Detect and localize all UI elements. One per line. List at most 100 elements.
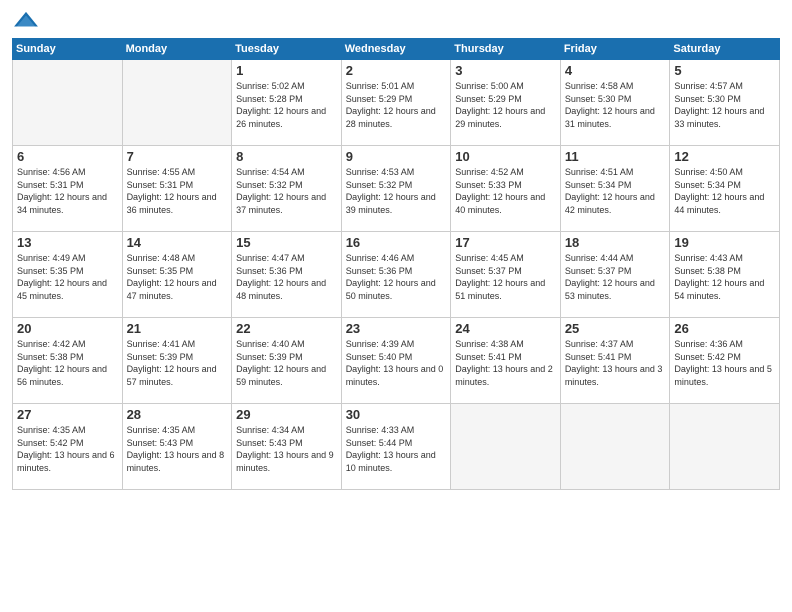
day-number: 3 <box>455 63 556 78</box>
sunset-text: Sunset: 5:38 PM <box>17 352 84 362</box>
sunrise-text: Sunrise: 5:02 AM <box>236 81 305 91</box>
day-info: Sunrise: 5:02 AM Sunset: 5:28 PM Dayligh… <box>236 80 337 130</box>
sunrise-text: Sunrise: 4:41 AM <box>127 339 196 349</box>
sunrise-text: Sunrise: 4:37 AM <box>565 339 634 349</box>
sunrise-text: Sunrise: 4:49 AM <box>17 253 86 263</box>
calendar-cell: 1 Sunrise: 5:02 AM Sunset: 5:28 PM Dayli… <box>232 60 342 146</box>
calendar-cell: 19 Sunrise: 4:43 AM Sunset: 5:38 PM Dayl… <box>670 232 780 318</box>
calendar-cell: 14 Sunrise: 4:48 AM Sunset: 5:35 PM Dayl… <box>122 232 232 318</box>
day-info: Sunrise: 4:51 AM Sunset: 5:34 PM Dayligh… <box>565 166 666 216</box>
calendar-cell: 5 Sunrise: 4:57 AM Sunset: 5:30 PM Dayli… <box>670 60 780 146</box>
day-number: 16 <box>346 235 447 250</box>
day-number: 19 <box>674 235 775 250</box>
day-number: 4 <box>565 63 666 78</box>
daylight-text: Daylight: 12 hours and 47 minutes. <box>127 278 217 301</box>
sunset-text: Sunset: 5:42 PM <box>674 352 741 362</box>
calendar-cell: 2 Sunrise: 5:01 AM Sunset: 5:29 PM Dayli… <box>341 60 451 146</box>
sunset-text: Sunset: 5:37 PM <box>455 266 522 276</box>
daylight-text: Daylight: 13 hours and 2 minutes. <box>455 364 553 387</box>
calendar-cell <box>451 404 561 490</box>
sunset-text: Sunset: 5:32 PM <box>346 180 413 190</box>
daylight-text: Daylight: 13 hours and 9 minutes. <box>236 450 334 473</box>
daylight-text: Daylight: 12 hours and 57 minutes. <box>127 364 217 387</box>
weekday-header: Saturday <box>670 39 780 60</box>
calendar-cell: 10 Sunrise: 4:52 AM Sunset: 5:33 PM Dayl… <box>451 146 561 232</box>
weekday-header: Tuesday <box>232 39 342 60</box>
sunset-text: Sunset: 5:32 PM <box>236 180 303 190</box>
page-container: SundayMondayTuesdayWednesdayThursdayFrid… <box>0 0 792 612</box>
sunrise-text: Sunrise: 4:39 AM <box>346 339 415 349</box>
calendar-cell: 27 Sunrise: 4:35 AM Sunset: 5:42 PM Dayl… <box>13 404 123 490</box>
daylight-text: Daylight: 12 hours and 56 minutes. <box>17 364 107 387</box>
sunrise-text: Sunrise: 4:48 AM <box>127 253 196 263</box>
sunset-text: Sunset: 5:33 PM <box>455 180 522 190</box>
day-info: Sunrise: 4:43 AM Sunset: 5:38 PM Dayligh… <box>674 252 775 302</box>
daylight-text: Daylight: 13 hours and 0 minutes. <box>346 364 444 387</box>
daylight-text: Daylight: 12 hours and 59 minutes. <box>236 364 326 387</box>
sunrise-text: Sunrise: 4:56 AM <box>17 167 86 177</box>
day-info: Sunrise: 4:45 AM Sunset: 5:37 PM Dayligh… <box>455 252 556 302</box>
daylight-text: Daylight: 13 hours and 8 minutes. <box>127 450 225 473</box>
calendar-cell <box>122 60 232 146</box>
sunrise-text: Sunrise: 4:44 AM <box>565 253 634 263</box>
calendar-cell: 4 Sunrise: 4:58 AM Sunset: 5:30 PM Dayli… <box>560 60 670 146</box>
day-info: Sunrise: 4:50 AM Sunset: 5:34 PM Dayligh… <box>674 166 775 216</box>
sunset-text: Sunset: 5:34 PM <box>565 180 632 190</box>
day-number: 27 <box>17 407 118 422</box>
calendar-cell: 28 Sunrise: 4:35 AM Sunset: 5:43 PM Dayl… <box>122 404 232 490</box>
calendar-cell: 17 Sunrise: 4:45 AM Sunset: 5:37 PM Dayl… <box>451 232 561 318</box>
sunrise-text: Sunrise: 4:51 AM <box>565 167 634 177</box>
daylight-text: Daylight: 12 hours and 44 minutes. <box>674 192 764 215</box>
calendar-cell: 9 Sunrise: 4:53 AM Sunset: 5:32 PM Dayli… <box>341 146 451 232</box>
day-number: 24 <box>455 321 556 336</box>
calendar-cell <box>13 60 123 146</box>
calendar-week-row: 6 Sunrise: 4:56 AM Sunset: 5:31 PM Dayli… <box>13 146 780 232</box>
day-info: Sunrise: 4:42 AM Sunset: 5:38 PM Dayligh… <box>17 338 118 388</box>
day-info: Sunrise: 4:44 AM Sunset: 5:37 PM Dayligh… <box>565 252 666 302</box>
day-number: 20 <box>17 321 118 336</box>
day-info: Sunrise: 4:52 AM Sunset: 5:33 PM Dayligh… <box>455 166 556 216</box>
day-number: 13 <box>17 235 118 250</box>
daylight-text: Daylight: 13 hours and 6 minutes. <box>17 450 115 473</box>
daylight-text: Daylight: 13 hours and 5 minutes. <box>674 364 772 387</box>
day-number: 22 <box>236 321 337 336</box>
day-info: Sunrise: 5:01 AM Sunset: 5:29 PM Dayligh… <box>346 80 447 130</box>
daylight-text: Daylight: 12 hours and 34 minutes. <box>17 192 107 215</box>
sunrise-text: Sunrise: 4:45 AM <box>455 253 524 263</box>
sunrise-text: Sunrise: 4:36 AM <box>674 339 743 349</box>
sunset-text: Sunset: 5:38 PM <box>674 266 741 276</box>
day-number: 28 <box>127 407 228 422</box>
sunrise-text: Sunrise: 4:33 AM <box>346 425 415 435</box>
day-number: 9 <box>346 149 447 164</box>
calendar-cell: 16 Sunrise: 4:46 AM Sunset: 5:36 PM Dayl… <box>341 232 451 318</box>
sunrise-text: Sunrise: 4:53 AM <box>346 167 415 177</box>
sunset-text: Sunset: 5:43 PM <box>127 438 194 448</box>
day-info: Sunrise: 4:58 AM Sunset: 5:30 PM Dayligh… <box>565 80 666 130</box>
weekday-header: Friday <box>560 39 670 60</box>
calendar-cell <box>560 404 670 490</box>
day-info: Sunrise: 4:35 AM Sunset: 5:42 PM Dayligh… <box>17 424 118 474</box>
day-info: Sunrise: 4:48 AM Sunset: 5:35 PM Dayligh… <box>127 252 228 302</box>
calendar-cell: 29 Sunrise: 4:34 AM Sunset: 5:43 PM Dayl… <box>232 404 342 490</box>
day-info: Sunrise: 4:40 AM Sunset: 5:39 PM Dayligh… <box>236 338 337 388</box>
calendar-week-row: 27 Sunrise: 4:35 AM Sunset: 5:42 PM Dayl… <box>13 404 780 490</box>
calendar-cell: 23 Sunrise: 4:39 AM Sunset: 5:40 PM Dayl… <box>341 318 451 404</box>
weekday-header: Monday <box>122 39 232 60</box>
sunrise-text: Sunrise: 4:35 AM <box>17 425 86 435</box>
sunrise-text: Sunrise: 4:34 AM <box>236 425 305 435</box>
calendar-cell: 13 Sunrise: 4:49 AM Sunset: 5:35 PM Dayl… <box>13 232 123 318</box>
day-number: 8 <box>236 149 337 164</box>
day-info: Sunrise: 4:37 AM Sunset: 5:41 PM Dayligh… <box>565 338 666 388</box>
weekday-header: Wednesday <box>341 39 451 60</box>
calendar-cell: 21 Sunrise: 4:41 AM Sunset: 5:39 PM Dayl… <box>122 318 232 404</box>
sunset-text: Sunset: 5:35 PM <box>127 266 194 276</box>
day-info: Sunrise: 4:33 AM Sunset: 5:44 PM Dayligh… <box>346 424 447 474</box>
daylight-text: Daylight: 12 hours and 33 minutes. <box>674 106 764 129</box>
day-info: Sunrise: 4:36 AM Sunset: 5:42 PM Dayligh… <box>674 338 775 388</box>
sunset-text: Sunset: 5:36 PM <box>236 266 303 276</box>
logo <box>12 10 42 32</box>
sunset-text: Sunset: 5:42 PM <box>17 438 84 448</box>
header <box>12 10 780 32</box>
calendar-cell: 22 Sunrise: 4:40 AM Sunset: 5:39 PM Dayl… <box>232 318 342 404</box>
day-number: 5 <box>674 63 775 78</box>
